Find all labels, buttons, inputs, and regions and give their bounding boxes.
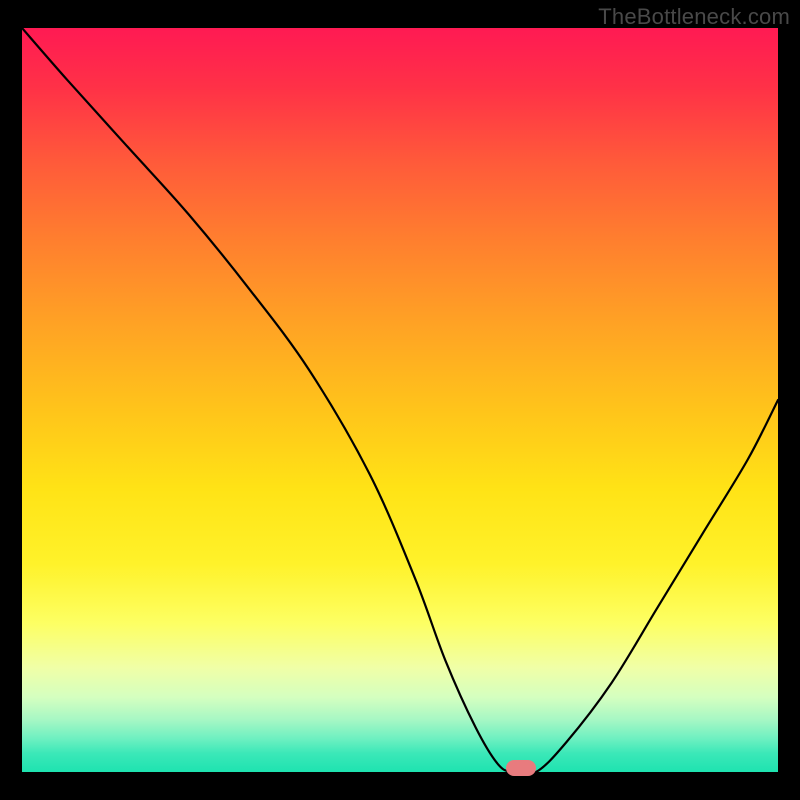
- watermark-text: TheBottleneck.com: [598, 4, 790, 30]
- curve-svg: [22, 28, 778, 772]
- plot-area: [22, 28, 778, 772]
- bottleneck-curve-path: [22, 28, 778, 772]
- optimum-marker: [506, 760, 536, 776]
- chart-frame: TheBottleneck.com: [0, 0, 800, 800]
